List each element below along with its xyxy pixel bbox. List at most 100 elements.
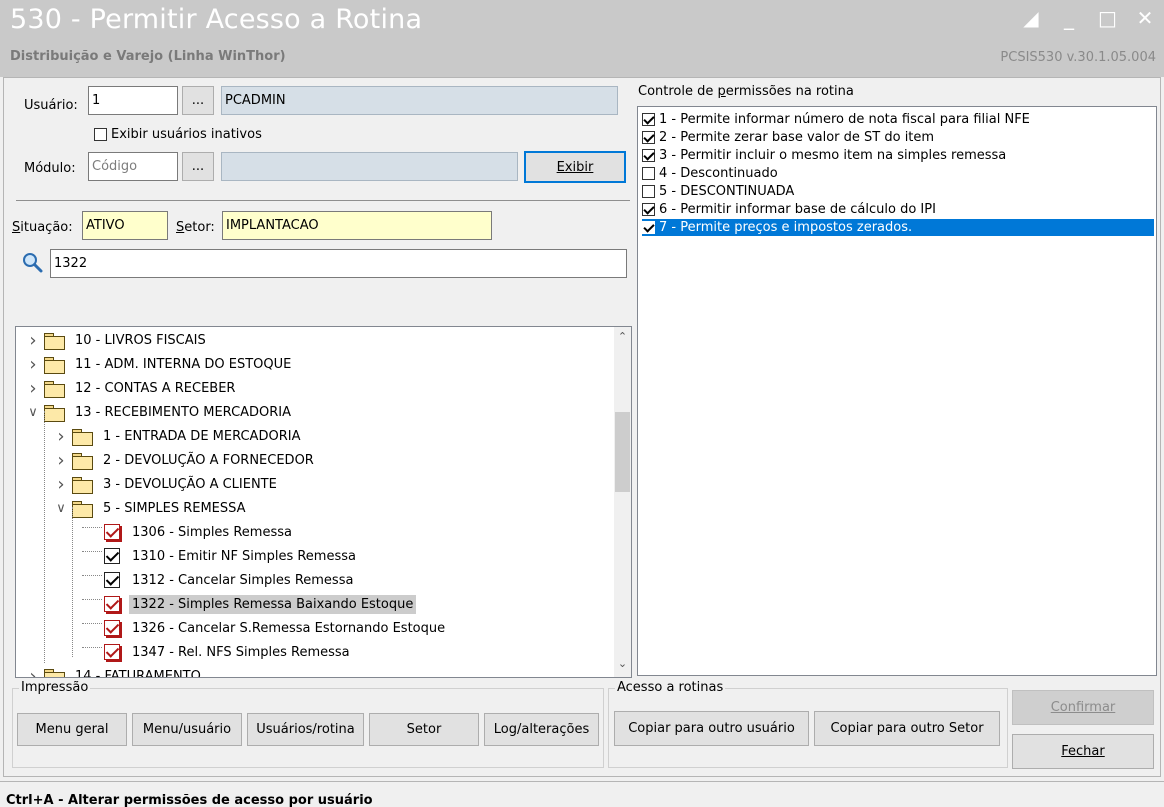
permission-checkbox[interactable] xyxy=(642,203,655,216)
permission-checkbox[interactable] xyxy=(642,113,655,126)
permission-item[interactable]: 5 - DESCONTINUADA xyxy=(642,183,1154,200)
show-inactive-option[interactable]: Exibir usuários inativos xyxy=(94,127,262,142)
routine-checkbox[interactable] xyxy=(104,572,120,588)
chevron-right-icon[interactable]: › xyxy=(54,474,68,495)
permission-checkbox[interactable] xyxy=(642,167,655,180)
maximize-icon[interactable]: □ xyxy=(1098,6,1117,30)
tree-node-label: 13 - RECEBIMENTO MERCADORIA xyxy=(75,404,292,420)
tree-folder-node[interactable]: ∨ 5 - SIMPLES REMESSA xyxy=(54,497,249,519)
copy-to-user-button[interactable]: Copiar para outro usuário xyxy=(614,711,809,746)
tree-folder-node[interactable]: › 1 - ENTRADA DE MERCADORIA xyxy=(54,425,303,447)
routine-tree[interactable]: › 10 - LIVROS FISCAIS › 11 - ADM. INTERNA D… xyxy=(15,326,632,678)
tree-node-label: 3 - DEVOLUÇÃO A CLIENTE xyxy=(103,476,277,492)
show-inactive-checkbox[interactable] xyxy=(94,128,107,141)
permission-label: 6 - Permitir informar base de cálculo do… xyxy=(659,202,936,217)
chevron-right-icon[interactable]: › xyxy=(54,450,68,471)
permission-item[interactable]: 1 - Permite informar número de nota fisc… xyxy=(642,111,1154,128)
print-menu-user-button[interactable]: Menu/usuário xyxy=(132,713,242,746)
sector-label: Setor: xyxy=(176,220,215,235)
show-inactive-label: Exibir usuários inativos xyxy=(111,127,262,142)
folder-icon xyxy=(72,476,93,494)
main-panel: Usuário: 1 ... PCADMIN Exibir usuários i… xyxy=(3,77,1161,777)
print-menu-general-button[interactable]: Menu geral xyxy=(17,713,127,746)
permission-item[interactable]: 6 - Permitir informar base de cálculo do… xyxy=(642,201,1154,218)
scroll-thumb[interactable] xyxy=(615,412,630,492)
permission-item[interactable]: 4 - Descontinuado xyxy=(642,165,1154,182)
tree-node-label: 1306 - Simples Remessa xyxy=(132,524,292,540)
permission-label: 5 - DESCONTINUADA xyxy=(659,184,795,199)
tree-folder-node[interactable]: › 11 - ADM. INTERNA DO ESTOQUE xyxy=(26,353,294,375)
tree-routine-node[interactable]: 1322 - Simples Remessa Baixando Estoque xyxy=(104,593,417,615)
user-label: Usuário: xyxy=(24,98,78,113)
tree-routine-node[interactable]: 1347 - Rel. NFS Simples Remessa xyxy=(104,641,353,663)
routine-checkbox[interactable] xyxy=(104,596,120,612)
close-icon[interactable]: ✕ xyxy=(1136,6,1154,30)
tree-node-label: 1310 - Emitir NF Simples Remessa xyxy=(132,548,356,564)
scroll-up-icon[interactable]: ⌃ xyxy=(614,330,631,347)
tree-routine-node[interactable]: 1306 - Simples Remessa xyxy=(104,521,295,543)
permission-checkbox[interactable] xyxy=(642,131,655,144)
status-text: Ctrl+A - Alterar permissões de acesso po… xyxy=(6,793,373,807)
chevron-down-icon[interactable]: ∨ xyxy=(26,405,40,420)
print-sector-button[interactable]: Setor xyxy=(369,713,479,746)
module-code-field[interactable]: Código xyxy=(88,152,178,181)
chevron-down-icon[interactable]: ∨ xyxy=(54,501,68,516)
tree-connector-line xyxy=(82,527,102,528)
permission-item[interactable]: 7 - Permite preços e impostos zerados. xyxy=(642,219,1154,236)
module-lookup-button[interactable]: ... xyxy=(182,152,214,181)
version-label: PCSIS530 v.30.1.05.004 xyxy=(1000,50,1156,65)
window-subtitle: Distribuição e Varejo (Linha WinThor) xyxy=(10,49,286,64)
routine-checkbox[interactable] xyxy=(104,620,120,636)
chevron-right-icon[interactable]: › xyxy=(26,354,40,375)
folder-icon xyxy=(44,668,65,677)
scroll-down-icon[interactable]: ⌄ xyxy=(614,657,631,674)
tree-folder-node[interactable]: › 10 - LIVROS FISCAIS xyxy=(26,329,209,351)
tree-routine-node[interactable]: 1326 - Cancelar S.Remessa Estornando Est… xyxy=(104,617,448,639)
permission-checkbox[interactable] xyxy=(642,221,655,234)
restore-icon[interactable]: ◢ xyxy=(1022,6,1040,30)
permission-item[interactable]: 3 - Permitir incluir o mesmo item na sim… xyxy=(642,147,1154,164)
permission-checkbox[interactable] xyxy=(642,149,655,162)
user-lookup-button[interactable]: ... xyxy=(182,86,214,115)
module-name-field xyxy=(221,152,518,181)
tree-node-label: 10 - LIVROS FISCAIS xyxy=(75,332,206,348)
routine-checkbox[interactable] xyxy=(104,524,120,540)
chevron-right-icon[interactable]: › xyxy=(54,426,68,447)
tree-folder-node[interactable]: › 3 - DEVOLUÇÃO A CLIENTE xyxy=(54,473,280,495)
permission-checkbox[interactable] xyxy=(642,185,655,198)
chevron-right-icon[interactable]: › xyxy=(26,378,40,399)
tree-node-label: 1 - ENTRADA DE MERCADORIA xyxy=(103,428,301,444)
show-button-label: Exibir xyxy=(556,159,594,175)
chevron-right-icon[interactable]: › xyxy=(26,666,40,678)
tree-connector-line xyxy=(82,551,102,552)
print-log-changes-button[interactable]: Log/alterações xyxy=(484,713,599,746)
show-button[interactable]: Exibir xyxy=(524,151,626,183)
permission-label: 4 - Descontinuado xyxy=(659,166,778,181)
situation-field: ATIVO xyxy=(82,211,168,240)
routine-checkbox[interactable] xyxy=(104,644,120,660)
tree-scrollbar[interactable]: ⌃ ⌄ xyxy=(614,327,631,677)
tree-connector-line xyxy=(72,507,73,657)
user-code-field[interactable]: 1 xyxy=(88,86,178,115)
window-title: 530 - Permitir Acesso a Rotina xyxy=(10,4,423,35)
permissions-title: Controle de permissões na rotina xyxy=(638,84,854,99)
routine-checkbox[interactable] xyxy=(104,548,120,564)
confirm-button[interactable]: Confirmar xyxy=(1012,690,1154,725)
tree-folder-node[interactable]: › 2 - DEVOLUÇÃO A FORNECEDOR xyxy=(54,449,317,471)
tree-folder-node[interactable]: ∨ 13 - RECEBIMENTO MERCADORIA xyxy=(26,401,294,423)
permissions-list[interactable]: 1 - Permite informar número de nota fisc… xyxy=(637,106,1157,676)
chevron-right-icon[interactable]: › xyxy=(26,330,40,351)
tree-routine-node[interactable]: 1312 - Cancelar Simples Remessa xyxy=(104,569,356,591)
module-label: Módulo: xyxy=(24,161,76,176)
close-button[interactable]: Fechar xyxy=(1012,734,1154,769)
divider xyxy=(16,200,630,201)
tree-folder-node[interactable]: › 14 - FATURAMENTO xyxy=(26,665,204,678)
minimize-icon[interactable]: _ xyxy=(1060,6,1078,30)
copy-to-sector-button[interactable]: Copiar para outro Setor xyxy=(814,711,1000,746)
search-input[interactable]: 1322 xyxy=(50,249,627,278)
search-icon[interactable] xyxy=(22,252,44,274)
tree-folder-node[interactable]: › 12 - CONTAS A RECEBER xyxy=(26,377,238,399)
permission-item[interactable]: 2 - Permite zerar base valor de ST do it… xyxy=(642,129,1154,146)
print-users-routine-button[interactable]: Usuários/rotina xyxy=(247,713,364,746)
tree-routine-node[interactable]: 1310 - Emitir NF Simples Remessa xyxy=(104,545,359,567)
